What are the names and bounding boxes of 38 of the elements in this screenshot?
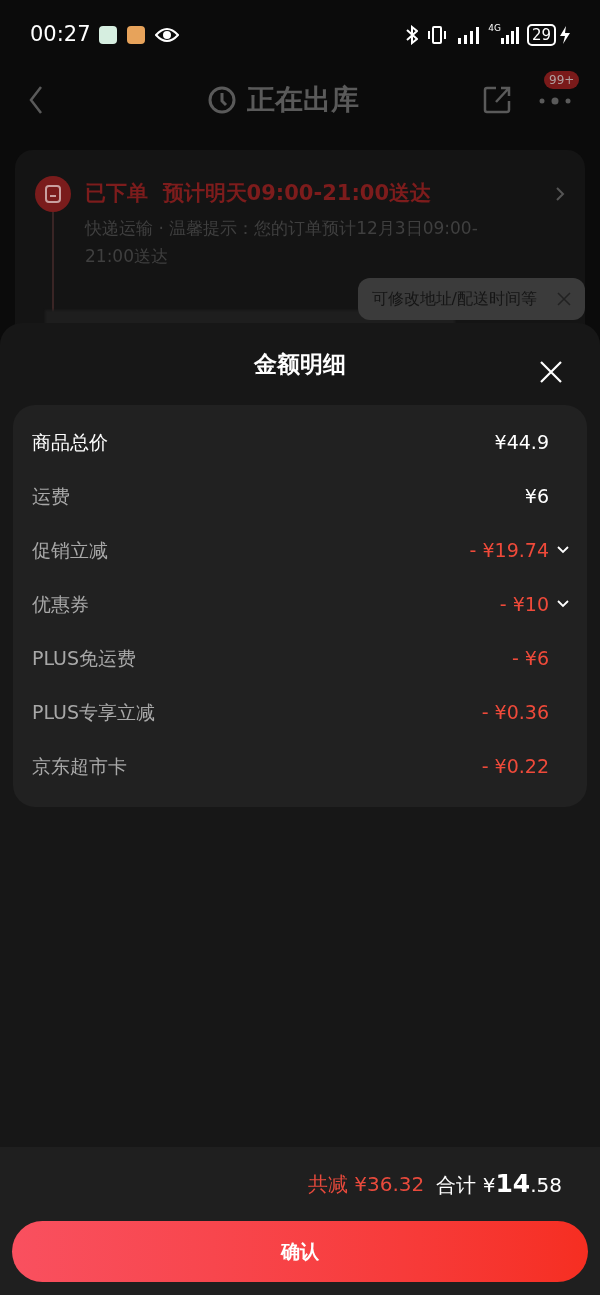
row-label: 京东超市卡 [32, 753, 128, 779]
battery-level: 29 [526, 24, 556, 46]
charging-icon [560, 26, 570, 44]
signal-icon [500, 26, 521, 44]
bluetooth-icon [406, 25, 419, 45]
row-amount: - ¥0.36 [481, 699, 549, 725]
eye-icon [154, 27, 179, 43]
row-amount[interactable]: - ¥19.74 [469, 535, 549, 565]
order-icon [35, 176, 71, 212]
row-label: 促销立减 [32, 537, 109, 563]
row-label: 运费 [32, 483, 71, 509]
notification-badge: 99+ [544, 71, 580, 89]
row-amount: ¥44.9 [494, 429, 549, 455]
row-amount[interactable]: - ¥10 [499, 589, 549, 619]
app-icon [98, 26, 117, 44]
clock-icon [207, 85, 237, 115]
sheet-title: 金额明细 [254, 349, 346, 379]
row-label: 优惠券 [32, 591, 90, 617]
row-amount: - ¥6 [511, 645, 549, 671]
row-label: PLUS专享立减 [32, 699, 157, 725]
share-icon[interactable] [482, 85, 512, 115]
row-label: 商品总价 [32, 429, 109, 455]
row-amount: - ¥0.22 [481, 753, 549, 779]
status-time: 00:27 [30, 21, 91, 49]
back-icon[interactable] [28, 85, 44, 115]
row-amount: ¥6 [524, 483, 549, 509]
vibrate-icon [426, 25, 449, 45]
row-label: PLUS免运费 [32, 645, 138, 671]
chevron-right-icon[interactable] [555, 186, 565, 202]
app-icon [126, 26, 145, 44]
chevron-down-icon[interactable] [557, 546, 569, 554]
page-title: 正在出库 [247, 82, 359, 118]
total-amount: 合计 ¥14.58 [436, 1168, 562, 1201]
more-icon[interactable] [538, 97, 572, 105]
network-label: 4G [488, 24, 501, 33]
saving-amount: 共减 ¥36.32 [307, 1171, 425, 1198]
confirm-button[interactable]: 确认 [12, 1221, 588, 1282]
chevron-down-icon[interactable] [557, 600, 569, 608]
